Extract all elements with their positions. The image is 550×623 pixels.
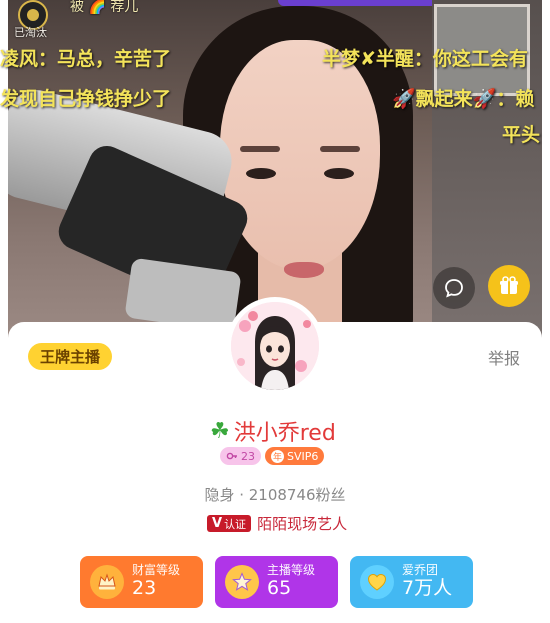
top-snippet-text: 被 🌈 荐儿 <box>70 0 139 15</box>
rank-status-text: 已淘汰 <box>14 26 47 39</box>
report-button[interactable]: 举报 <box>488 345 520 369</box>
anchor-level-button[interactable]: 主播等级 65 <box>215 556 338 608</box>
danmaku-message: 平头 <box>502 124 541 146</box>
wealth-crown-icon <box>90 565 124 599</box>
left-eye <box>246 168 276 179</box>
wealth-level-value: 23 <box>132 576 157 599</box>
danmaku-message: 发现自己挣钱挣少了 <box>0 88 172 110</box>
streamer-lips <box>284 262 324 278</box>
streamer-name-row: ☘ 洪小乔red <box>210 415 336 447</box>
danmaku-message: 🚀飘起来🚀：赖 <box>392 88 535 110</box>
anchor-level-value: 65 <box>267 576 292 599</box>
danmaku-message: 凌风：马总，辛苦了 <box>0 48 172 70</box>
star-medal-icon <box>225 565 259 599</box>
fan-club-button[interactable]: 爱乔团 7万人 <box>350 556 473 608</box>
avatar-illustration <box>231 302 319 390</box>
right-brow <box>320 146 360 152</box>
fan-club-title: 爱乔团 <box>402 563 439 578</box>
user-badges: 23 年 SVIP6 <box>220 447 325 465</box>
fan-club-value: 7万人 <box>402 576 453 599</box>
left-brow <box>240 146 280 152</box>
screen: 已淘汰 被 🌈 荐儿 凌风：马总，辛苦了 发现自己挣钱挣少了 半梦✘半醒：你这工… <box>0 0 550 623</box>
wealth-level-title: 财富等级 <box>132 563 181 578</box>
chat-bubble-icon[interactable] <box>433 267 475 309</box>
svip-badge: 年 SVIP6 <box>265 447 325 465</box>
user-level-badge: 23 <box>220 447 261 465</box>
clover-icon: ☘ <box>210 418 230 444</box>
danmaku-message: 半梦✘半醒：你这工会有 <box>322 48 528 70</box>
streamer-name: 洪小乔red <box>233 421 336 446</box>
fans-count: 隐身 · 2108746粉丝 <box>204 486 346 504</box>
verified-badge: V 认证 <box>207 515 252 532</box>
verified-v-icon: V <box>212 516 223 531</box>
verification-text: 陌陌现场艺人 <box>257 515 348 533</box>
right-eye <box>324 168 354 179</box>
avatar[interactable] <box>226 297 324 395</box>
user-level-value: 23 <box>241 449 255 463</box>
wealth-level-button[interactable]: 财富等级 23 <box>80 556 203 608</box>
anchor-level-title: 主播等级 <box>267 563 316 578</box>
svip-label: SVIP6 <box>287 449 319 463</box>
year-mark: 年 <box>271 449 284 463</box>
heart-gem-icon <box>360 565 394 599</box>
gift-icon[interactable] <box>488 265 530 307</box>
ace-anchor-tag: 王牌主播 <box>28 343 113 370</box>
key-icon <box>226 452 237 460</box>
verification-row: V 认证 陌陌现场艺人 <box>207 513 347 534</box>
streamer-face <box>220 40 380 270</box>
verified-label: 认证 <box>224 517 247 531</box>
